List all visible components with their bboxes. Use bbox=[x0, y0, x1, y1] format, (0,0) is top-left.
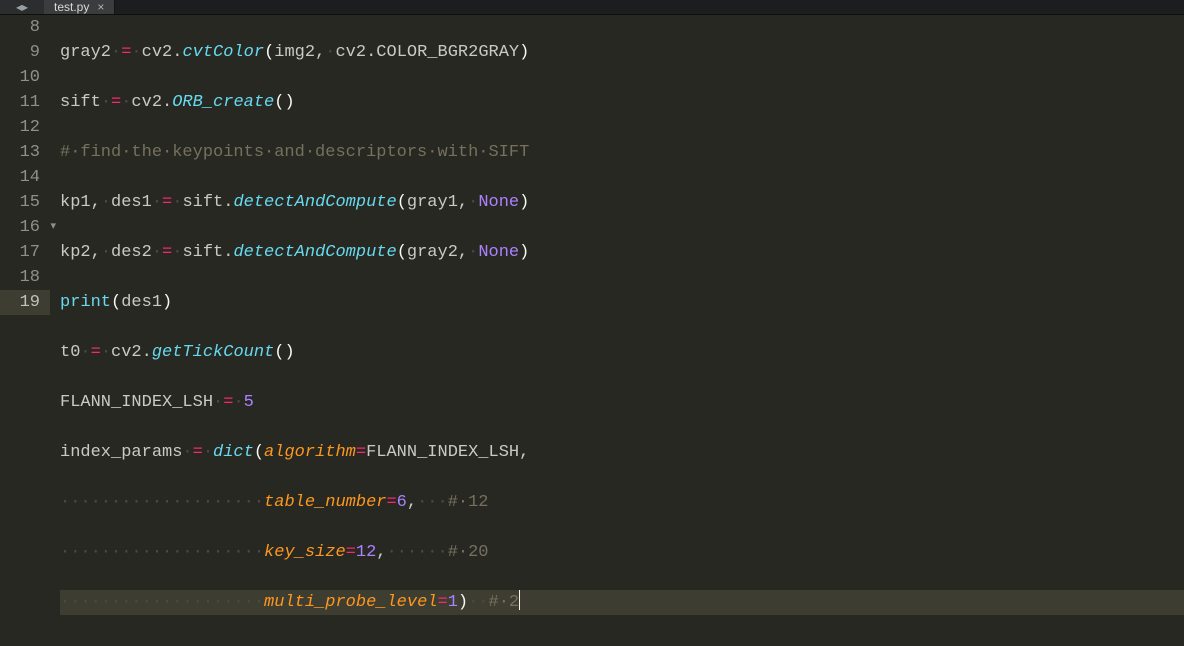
nav-back-forward-icon[interactable]: ◂▸ bbox=[0, 0, 44, 14]
code-line: #·find·the·keypoints·and·descriptors·wit… bbox=[60, 140, 1184, 165]
line-number: 17 bbox=[0, 240, 50, 265]
tab-test-py[interactable]: test.py × bbox=[44, 0, 115, 14]
close-icon[interactable]: × bbox=[97, 0, 104, 14]
line-number: 13 bbox=[0, 140, 50, 165]
code-line: t0·=·cv2.getTickCount() bbox=[60, 340, 1184, 365]
line-number: 11 bbox=[0, 90, 50, 115]
line-number-gutter: 8 9 10 11 12 13 14 15 16 17 18 19 bbox=[0, 15, 50, 646]
nav-glyph: ◂▸ bbox=[16, 0, 28, 14]
code-line: kp1,·des1·=·sift.detectAndCompute(gray1,… bbox=[60, 190, 1184, 215]
code-line-current: ····················multi_probe_level=1)… bbox=[60, 590, 1184, 615]
code-line: gray2·=·cv2.cvtColor(img2,·cv2.COLOR_BGR… bbox=[60, 40, 1184, 65]
line-number-current: 19 bbox=[0, 290, 50, 315]
line-number: 15 bbox=[0, 190, 50, 215]
line-number: 14 bbox=[0, 165, 50, 190]
code-line: FLANN_INDEX_LSH·=·5 bbox=[60, 390, 1184, 415]
line-number: 8 bbox=[0, 15, 50, 40]
editor-window: ◂▸ test.py × 8 9 10 11 12 13 14 15 16 17… bbox=[0, 0, 1184, 646]
line-number: 12 bbox=[0, 115, 50, 140]
line-number-foldable[interactable]: 16 bbox=[0, 215, 50, 240]
line-number: 10 bbox=[0, 65, 50, 90]
code-line: print(des1) bbox=[60, 290, 1184, 315]
code-editor[interactable]: 8 9 10 11 12 13 14 15 16 17 18 19 gray2·… bbox=[0, 15, 1184, 646]
line-number: 9 bbox=[0, 40, 50, 65]
tab-label: test.py bbox=[54, 0, 89, 14]
code-line: index_params·=·dict(algorithm=FLANN_INDE… bbox=[60, 440, 1184, 465]
line-number: 18 bbox=[0, 265, 50, 290]
code-area[interactable]: gray2·=·cv2.cvtColor(img2,·cv2.COLOR_BGR… bbox=[50, 15, 1184, 646]
code-line: ····················key_size=12,······#·… bbox=[60, 540, 1184, 565]
tab-bar: ◂▸ test.py × bbox=[0, 0, 1184, 15]
code-line: ····················table_number=6,···#·… bbox=[60, 490, 1184, 515]
code-line: sift·=·cv2.ORB_create() bbox=[60, 90, 1184, 115]
text-cursor bbox=[519, 590, 520, 610]
code-line: kp2,·des2·=·sift.detectAndCompute(gray2,… bbox=[60, 240, 1184, 265]
